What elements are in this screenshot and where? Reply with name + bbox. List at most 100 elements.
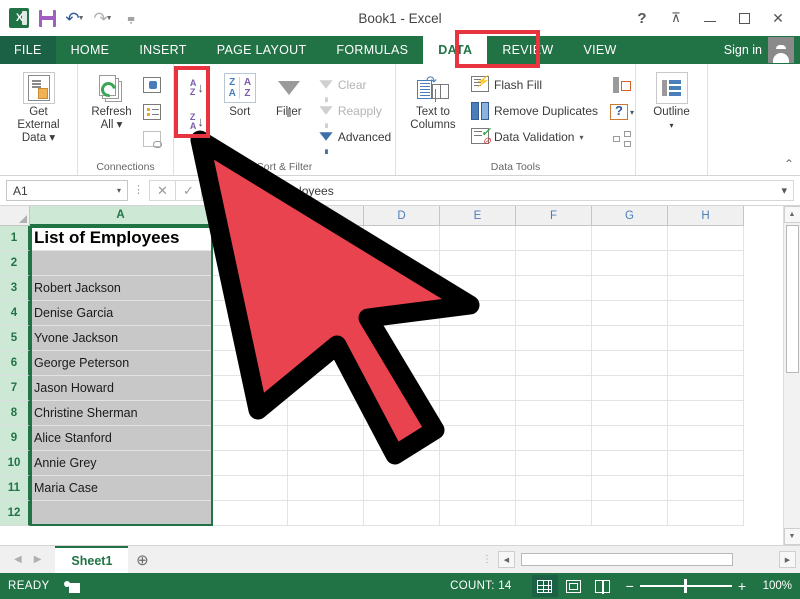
cell-c4[interactable]	[288, 301, 364, 326]
row-header-6[interactable]: 6	[0, 351, 30, 376]
cell-h6[interactable]	[668, 351, 744, 376]
cell-c1[interactable]	[288, 226, 364, 251]
cell-d5[interactable]	[364, 326, 440, 351]
cell-h4[interactable]	[668, 301, 744, 326]
column-header-b[interactable]: B	[212, 206, 288, 226]
cell-e3[interactable]	[440, 276, 516, 301]
column-header-e[interactable]: E	[440, 206, 516, 226]
cell-f8[interactable]	[516, 401, 592, 426]
sign-in-area[interactable]: Sign in	[724, 36, 800, 64]
previous-sheet-icon[interactable]: ◀	[14, 554, 22, 565]
cell-g4[interactable]	[592, 301, 668, 326]
cell-f4[interactable]	[516, 301, 592, 326]
cell-g6[interactable]	[592, 351, 668, 376]
cell-g3[interactable]	[592, 276, 668, 301]
tab-home[interactable]: HOME	[56, 36, 125, 64]
row-header-4[interactable]: 4	[0, 301, 30, 326]
cell-d2[interactable]	[364, 251, 440, 276]
sheet-tab-sheet1[interactable]: Sheet1	[55, 545, 129, 574]
relationships-button[interactable]	[609, 127, 635, 151]
cell-b5[interactable]	[212, 326, 288, 351]
cell-e4[interactable]	[440, 301, 516, 326]
collapse-ribbon-button[interactable]: ⌃	[784, 157, 794, 171]
zoom-slider[interactable]	[639, 579, 732, 594]
advanced-filter-button[interactable]: Advanced	[316, 124, 394, 155]
close-button[interactable]: ✕	[762, 4, 794, 32]
zoom-slider-thumb[interactable]	[683, 579, 687, 594]
cell-e1[interactable]	[440, 226, 516, 251]
cell-b11[interactable]	[212, 476, 288, 501]
cell-c11[interactable]	[288, 476, 364, 501]
cell-a1[interactable]: List of Employees	[30, 226, 212, 251]
cell-d7[interactable]	[364, 376, 440, 401]
vertical-scrollbar[interactable]: ▲ ▼	[783, 206, 800, 545]
column-header-f[interactable]: F	[516, 206, 592, 226]
formula-input[interactable]: List of Employees ▾	[232, 180, 794, 201]
cell-c9[interactable]	[288, 426, 364, 451]
row-header-3[interactable]: 3	[0, 276, 30, 301]
horizontal-scroll-thumb[interactable]	[521, 553, 733, 566]
remove-duplicates-button[interactable]: Remove Duplicates	[468, 98, 601, 124]
cell-a11[interactable]: Maria Case	[30, 476, 212, 501]
row-header-5[interactable]: 5	[0, 326, 30, 351]
row-header-8[interactable]: 8	[0, 401, 30, 426]
row-header-12[interactable]: 12	[0, 501, 30, 526]
next-sheet-icon[interactable]: ▶	[34, 554, 42, 565]
cell-c3[interactable]	[288, 276, 364, 301]
selection-fill-handle[interactable]	[210, 226, 216, 230]
cell-d3[interactable]	[364, 276, 440, 301]
cell-a12[interactable]	[30, 501, 212, 526]
cell-g5[interactable]	[592, 326, 668, 351]
name-box[interactable]: A1 ▾	[6, 180, 128, 201]
connections-icon[interactable]	[139, 73, 165, 97]
cell-b1[interactable]	[212, 226, 288, 251]
cell-f5[interactable]	[516, 326, 592, 351]
cell-d1[interactable]	[364, 226, 440, 251]
cell-a3[interactable]: Robert Jackson	[30, 276, 212, 301]
cell-h12[interactable]	[668, 501, 744, 526]
save-icon[interactable]	[34, 6, 60, 30]
cell-f12[interactable]	[516, 501, 592, 526]
cell-c6[interactable]	[288, 351, 364, 376]
cell-h8[interactable]	[668, 401, 744, 426]
row-header-9[interactable]: 9	[0, 426, 30, 451]
cell-e11[interactable]	[440, 476, 516, 501]
tab-insert[interactable]: INSERT	[124, 36, 201, 64]
tab-page-layout[interactable]: PAGE LAYOUT	[202, 36, 322, 64]
minimize-button[interactable]	[694, 4, 726, 32]
cell-c10[interactable]	[288, 451, 364, 476]
zoom-level[interactable]: 100%	[758, 580, 792, 592]
cell-g2[interactable]	[592, 251, 668, 276]
cell-f9[interactable]	[516, 426, 592, 451]
cell-h1[interactable]	[668, 226, 744, 251]
cell-c5[interactable]	[288, 326, 364, 351]
cell-b12[interactable]	[212, 501, 288, 526]
row-header-11[interactable]: 11	[0, 476, 30, 501]
cell-g9[interactable]	[592, 426, 668, 451]
cell-h3[interactable]	[668, 276, 744, 301]
cell-a5[interactable]: Yvone Jackson	[30, 326, 212, 351]
row-header-1[interactable]: 1	[0, 226, 30, 251]
cell-b2[interactable]	[212, 251, 288, 276]
zoom-out-button[interactable]: −	[626, 579, 634, 593]
avatar[interactable]	[768, 37, 794, 63]
sort-button[interactable]: ZA AZ Sort	[218, 68, 262, 119]
page-break-preview-button[interactable]	[590, 575, 616, 597]
sort-descending-button[interactable]: ZA ↓	[184, 110, 210, 134]
cell-d4[interactable]	[364, 301, 440, 326]
page-layout-view-button[interactable]	[561, 575, 587, 597]
cell-a8[interactable]: Christine Sherman	[30, 401, 212, 426]
cell-a2[interactable]	[30, 251, 212, 276]
cell-g10[interactable]	[592, 451, 668, 476]
cell-e5[interactable]	[440, 326, 516, 351]
row-header-7[interactable]: 7	[0, 376, 30, 401]
edit-links-icon[interactable]	[139, 127, 165, 151]
data-validation-button[interactable]: ✓ ⊘ Data Validation ▾	[468, 124, 601, 150]
filter-button[interactable]: Filter	[264, 68, 314, 119]
confirm-entry-icon[interactable]: ✓	[175, 180, 201, 201]
cell-a6[interactable]: George Peterson	[30, 351, 212, 376]
cell-g8[interactable]	[592, 401, 668, 426]
cell-c7[interactable]	[288, 376, 364, 401]
record-macro-icon[interactable]	[63, 579, 80, 593]
cell-b4[interactable]	[212, 301, 288, 326]
